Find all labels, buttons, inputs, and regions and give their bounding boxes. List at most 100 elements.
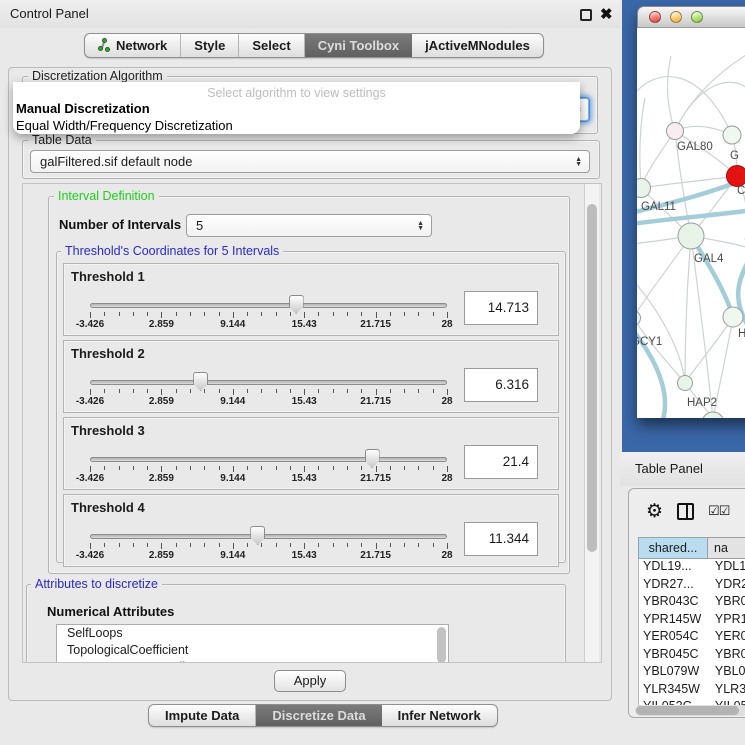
table-row[interactable]: YBR043CYBR04	[639, 594, 745, 612]
tab-discretize-data[interactable]: Discretize Data	[256, 705, 381, 726]
network-canvas[interactable]: GAL80GCGAL11GAL4GCY1HHAP2	[637, 28, 745, 418]
table-cell[interactable]: YPR145W	[639, 612, 708, 630]
table-cell[interactable]: YER054C	[639, 629, 708, 647]
slider-thumb[interactable]	[193, 372, 208, 391]
network-window-titlebar[interactable]	[637, 6, 745, 28]
table-rows: YDL19...YDL19YDR27...YDR27YBR043CYBR04YP…	[638, 559, 745, 706]
table-horizontal-scrollbar[interactable]	[635, 705, 745, 716]
network-node[interactable]	[667, 123, 684, 140]
dropdown-option-manual-discretization[interactable]: Manual Discretization	[13, 100, 580, 117]
network-node[interactable]	[727, 166, 745, 187]
threshold-value-field[interactable]: 21.4	[464, 445, 538, 479]
scrollbar-thumb[interactable]	[587, 204, 597, 552]
node-label: GCY1	[637, 336, 662, 348]
table-cell[interactable]: YBL07	[708, 664, 745, 682]
tab-cyni-toolbox[interactable]: Cyni Toolbox	[305, 34, 412, 57]
slider-tick	[447, 543, 448, 549]
threshold-slider[interactable]	[90, 457, 447, 462]
table-row[interactable]: YDL19...YDL19	[639, 559, 745, 577]
close-traffic-light-icon[interactable]	[649, 11, 661, 23]
table-row[interactable]: YPR145WYPR14	[639, 612, 745, 630]
network-node[interactable]	[723, 126, 741, 144]
table-row[interactable]: YLR345WYLR34	[639, 682, 745, 700]
minimize-traffic-light-icon[interactable]	[670, 11, 682, 23]
slider-tick	[161, 389, 162, 395]
column-header-name[interactable]: na	[708, 537, 745, 559]
slider-tick	[133, 389, 134, 393]
network-node[interactable]	[723, 307, 743, 327]
slider-tick	[290, 466, 291, 470]
tab-network[interactable]: Network	[85, 34, 181, 57]
threshold-value-field[interactable]: 6.316	[464, 368, 538, 402]
network-node[interactable]	[678, 376, 693, 391]
slider-tick	[333, 312, 334, 316]
table-cell[interactable]: YLR345W	[639, 682, 708, 700]
table-cell[interactable]: YBR04	[708, 594, 745, 612]
tab-style[interactable]: Style	[181, 34, 239, 57]
attribute-list-item[interactable]: SelfLoops	[57, 625, 448, 642]
table-cell[interactable]: YDL19	[708, 559, 745, 577]
number-of-intervals-combobox[interactable]: 5 ▲▼	[186, 214, 432, 237]
network-node[interactable]	[637, 311, 641, 326]
table-cell[interactable]: YDR27	[708, 577, 745, 595]
slider-tick-label: 2.859	[149, 473, 174, 484]
network-node[interactable]	[678, 223, 704, 249]
attribute-list-item[interactable]: TopologicalCoefficient	[57, 642, 448, 659]
network-window: GAL80GCGAL11GAL4GCY1HHAP2	[637, 6, 745, 418]
zoom-traffic-light-icon[interactable]	[691, 11, 703, 23]
attribute-list-item[interactable]: BetweennessCentrality	[57, 659, 448, 663]
threshold-slider[interactable]	[90, 303, 447, 308]
slider-tick	[247, 389, 248, 393]
slider-thumb[interactable]	[250, 526, 265, 545]
table-row[interactable]: YDR27...YDR27	[639, 577, 745, 595]
slider-tick	[90, 389, 91, 395]
table-row[interactable]: YER054CYER05	[639, 629, 745, 647]
column-header-shared-name[interactable]: shared...	[638, 537, 708, 559]
tab-jactivemnodules[interactable]: jActiveMNodules	[412, 34, 543, 57]
attributes-list-scrollbar[interactable]	[437, 627, 446, 663]
tab-infer-network[interactable]: Infer Network	[382, 705, 497, 726]
threshold-value-field[interactable]: 11.344	[464, 522, 538, 556]
table-cell[interactable]: YBR043C	[639, 594, 708, 612]
threshold-panel: Threshold 1 14.713 -3.4262.8599.14415.43…	[63, 263, 559, 336]
settings-vertical-scrollbar[interactable]	[584, 184, 599, 662]
table-cell[interactable]: YLR34	[708, 682, 745, 700]
table-cell[interactable]: YER05	[708, 629, 745, 647]
slider-thumb[interactable]	[365, 449, 380, 468]
slider-tick	[161, 312, 162, 318]
network-node[interactable]	[702, 412, 724, 418]
slider-tick	[418, 312, 419, 316]
table-row[interactable]: YBL079WYBL07	[639, 664, 745, 682]
table-cell[interactable]: YBR04	[708, 647, 745, 665]
slider-tick-label: -3.426	[76, 396, 104, 407]
columns-icon[interactable]	[677, 503, 694, 520]
slider-tick	[376, 312, 377, 318]
table-cell[interactable]: YDR27...	[639, 577, 708, 595]
numerical-attributes-list[interactable]: SelfLoopsTopologicalCoefficientBetweenne…	[56, 624, 449, 663]
table-cell[interactable]: YBL079W	[639, 664, 708, 682]
slider-tick	[318, 543, 319, 547]
table-cell[interactable]: YBR045C	[639, 647, 708, 665]
float-window-icon[interactable]	[580, 9, 592, 21]
dropdown-option-equal-width-frequency[interactable]: Equal Width/Frequency Discretization	[13, 117, 580, 134]
slider-tick	[161, 466, 162, 472]
threshold-slider[interactable]	[90, 380, 447, 385]
slider-tick	[261, 466, 262, 470]
table-cell[interactable]: YPR14	[708, 612, 745, 630]
table-data-combobox[interactable]: galFiltered.sif default node ▲▼	[30, 150, 590, 173]
scrollbar-thumb[interactable]	[636, 706, 739, 715]
slider-tick	[361, 389, 362, 393]
tab-impute-data[interactable]: Impute Data	[149, 705, 256, 726]
tab-select[interactable]: Select	[239, 34, 304, 57]
threshold-slider[interactable]	[90, 534, 447, 539]
select-columns-checkboxes-icon[interactable]: ☑☑	[708, 503, 729, 519]
threshold-value-field[interactable]: 14.713	[464, 291, 538, 325]
apply-button[interactable]: Apply	[274, 670, 346, 692]
table-row[interactable]: YBR045CYBR04	[639, 647, 745, 665]
slider-tick	[376, 543, 377, 549]
slider-tick	[104, 389, 105, 393]
close-icon[interactable]: ✖	[600, 5, 613, 23]
slider-tick	[290, 389, 291, 393]
gear-icon[interactable]: ⚙	[646, 500, 663, 523]
table-cell[interactable]: YDL19...	[639, 559, 708, 577]
